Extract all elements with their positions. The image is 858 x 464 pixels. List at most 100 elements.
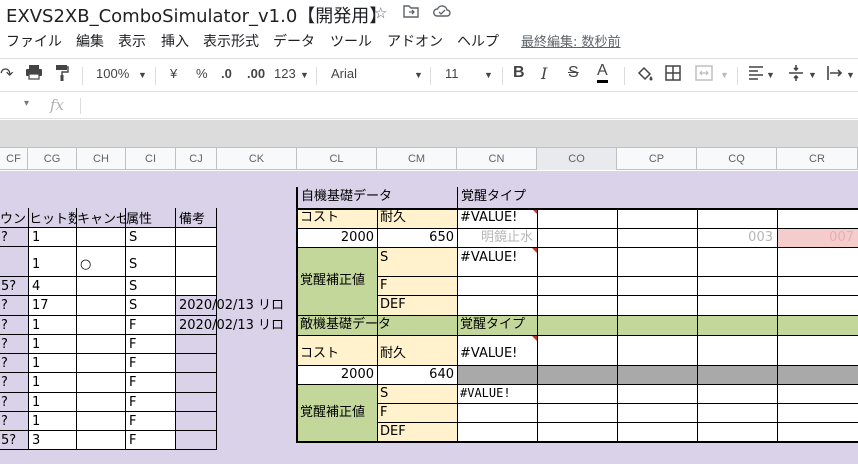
text-color-button[interactable]: A (597, 62, 608, 83)
self-def-label[interactable]: DEF (377, 295, 457, 315)
self-s-value[interactable]: #VALUE! (457, 247, 537, 276)
table-cell[interactable] (176, 393, 217, 412)
header-cell[interactable]: 属性 (126, 208, 176, 228)
chevron-down-icon[interactable]: ▼ (484, 70, 493, 80)
table-cell[interactable] (176, 335, 217, 354)
bold-button[interactable]: B (513, 64, 525, 82)
table-cell[interactable]: 1 (28, 412, 77, 431)
menu-tools[interactable]: ツール (330, 31, 372, 51)
increase-decimal-button[interactable]: .00 (247, 66, 265, 81)
table-cell[interactable]: 4 (28, 277, 77, 296)
enemy-cost-value[interactable]: 2000 (297, 365, 377, 384)
column-header[interactable]: CJ (176, 148, 217, 170)
table-cell[interactable]: F (126, 316, 176, 335)
table-cell[interactable]: ? (0, 412, 28, 431)
sheet-grid[interactable]: ウン ヒット数 キャンセ 属性 備考 ? 1 S 1 ○ S 5? 4 S? 17 S 2020/02… (0, 171, 858, 464)
table-cell[interactable]: 1 (28, 354, 77, 373)
folder-move-icon[interactable] (403, 4, 419, 22)
menu-insert[interactable]: 挿入 (161, 31, 189, 51)
column-header[interactable]: CK (217, 148, 297, 170)
table-cell[interactable] (176, 228, 217, 247)
paint-format-icon[interactable] (55, 64, 69, 85)
table-cell[interactable] (77, 277, 126, 296)
self-awake-type-value[interactable]: #VALUE! (457, 208, 537, 228)
header-cell[interactable]: ウン (0, 208, 28, 228)
decrease-decimal-button[interactable]: .0 (221, 66, 232, 81)
vertical-align-icon[interactable] (788, 64, 804, 85)
table-cell[interactable] (176, 354, 217, 373)
chevron-down-icon[interactable]: ▼ (138, 70, 147, 80)
self-code-003[interactable]: 003 (537, 228, 777, 247)
column-header[interactable]: CQ (697, 148, 777, 170)
self-code-007[interactable]: 007 (777, 228, 858, 247)
column-header[interactable]: CO (537, 148, 617, 170)
enemy-durability-value[interactable]: 640 (377, 365, 457, 384)
self-s-label[interactable]: S (377, 247, 457, 276)
header-cell[interactable]: 備考 (176, 208, 217, 228)
chevron-down-icon[interactable]: ▼ (300, 70, 309, 80)
table-cell[interactable] (77, 412, 126, 431)
font-size-select[interactable]: 11 (445, 66, 459, 81)
enemy-f-label[interactable]: F (377, 403, 457, 422)
column-header[interactable]: CM (377, 148, 457, 170)
table-cell[interactable]: ? (0, 393, 28, 412)
chevron-down-icon[interactable]: ▼ (808, 70, 817, 80)
header-cell[interactable]: ヒット数 (28, 208, 77, 228)
currency-format-button[interactable]: ¥ (170, 66, 177, 81)
table-cell[interactable]: 1 (28, 316, 77, 335)
enemy-awake-type-value[interactable]: #VALUE! (457, 335, 537, 365)
table-cell[interactable]: S (126, 247, 176, 277)
menu-format[interactable]: 表示形式 (203, 31, 259, 51)
table-cell[interactable] (176, 277, 217, 296)
menu-data[interactable]: データ (273, 31, 315, 51)
table-cell[interactable]: ○ (77, 247, 126, 277)
column-header[interactable]: CN (457, 148, 537, 170)
enemy-awake-type-label[interactable]: 覚醒タイプ (457, 315, 858, 335)
table-cell[interactable]: F (126, 431, 176, 450)
table-cell[interactable]: 2020/02/13 リロ (176, 316, 284, 335)
table-cell[interactable] (77, 431, 126, 450)
table-cell[interactable]: 1 (28, 228, 77, 247)
table-cell[interactable] (176, 247, 217, 277)
enemy-durability-label[interactable]: 耐久 (377, 335, 457, 365)
table-cell[interactable] (0, 247, 28, 277)
column-header[interactable]: CH (77, 148, 126, 170)
align-left-icon[interactable] (748, 65, 764, 84)
table-cell[interactable] (77, 393, 126, 412)
table-cell[interactable]: 5? (0, 277, 28, 296)
table-cell[interactable]: ? (0, 296, 28, 316)
table-cell[interactable]: 2020/02/13 リロ (176, 296, 284, 316)
enemy-s-label[interactable]: S (377, 384, 457, 403)
table-cell[interactable]: ? (0, 335, 28, 354)
last-edit-link[interactable]: 最終編集: 数秒前 (521, 31, 621, 50)
table-cell[interactable]: F (126, 373, 176, 393)
table-cell[interactable]: S (126, 228, 176, 247)
table-cell[interactable] (77, 373, 126, 393)
menu-addons[interactable]: アドオン (387, 31, 443, 51)
enemy-correction-label[interactable]: 覚醒補正値 (297, 384, 377, 442)
chevron-down-icon[interactable]: ▼ (766, 70, 775, 80)
table-cell[interactable] (176, 412, 217, 431)
borders-icon[interactable] (665, 65, 681, 84)
column-header[interactable]: CF (0, 148, 28, 170)
font-select[interactable]: Arial (331, 66, 357, 81)
self-durability-value[interactable]: 650 (377, 228, 457, 247)
column-header[interactable]: CG (28, 148, 77, 170)
menu-edit[interactable]: 編集 (76, 31, 104, 51)
print-icon[interactable] (25, 64, 43, 83)
menu-file[interactable]: ファイル (6, 31, 62, 51)
percent-format-button[interactable]: % (196, 66, 208, 81)
column-header[interactable]: CL (297, 148, 377, 170)
table-cell[interactable]: 3 (28, 431, 77, 450)
chevron-down-icon[interactable]: ▼ (414, 70, 423, 80)
enemy-def-label[interactable]: DEF (377, 422, 457, 442)
column-header[interactable]: CR (777, 148, 858, 170)
table-cell[interactable] (77, 228, 126, 247)
table-cell[interactable]: ? (0, 228, 28, 247)
self-f-label[interactable]: F (377, 276, 457, 295)
self-durability-label[interactable]: 耐久 (377, 208, 457, 228)
self-cost-label[interactable]: コスト (297, 208, 377, 228)
table-cell[interactable]: 17 (28, 296, 77, 316)
table-cell[interactable]: S (126, 277, 176, 296)
table-cell[interactable]: ? (0, 316, 28, 335)
